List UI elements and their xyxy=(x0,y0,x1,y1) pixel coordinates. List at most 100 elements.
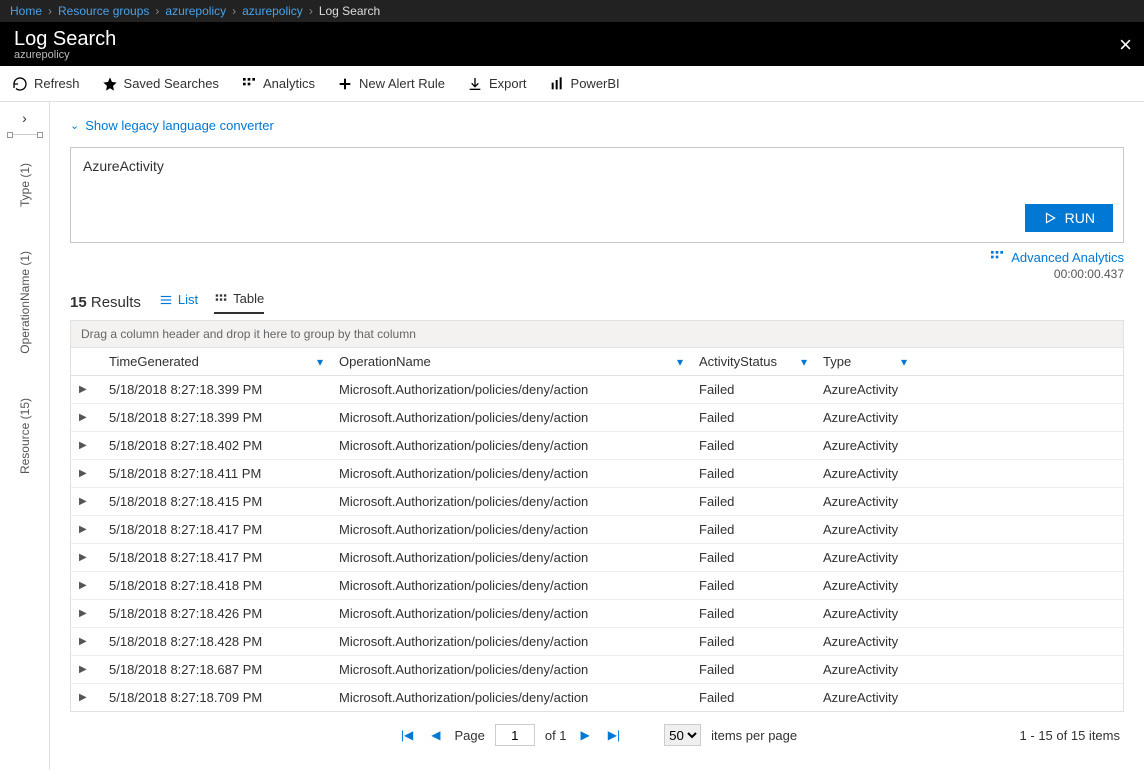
new-alert-label: New Alert Rule xyxy=(359,76,445,91)
expand-icon[interactable]: ▶ xyxy=(79,664,93,675)
cell-status: Failed xyxy=(691,516,815,543)
download-icon xyxy=(467,76,483,92)
view-table-button[interactable]: Table xyxy=(214,291,264,314)
legacy-converter-link[interactable]: ⌄ Show legacy language converter xyxy=(70,118,1124,133)
filter-icon[interactable]: ▾ xyxy=(317,355,323,369)
elapsed-time: 00:00:00.437 xyxy=(989,267,1124,281)
cell-status: Failed xyxy=(691,460,815,487)
cell-type: AzureActivity xyxy=(815,572,915,599)
cell-time: 5/18/2018 8:27:18.426 PM xyxy=(101,600,331,627)
expand-icon[interactable]: ▶ xyxy=(79,692,93,703)
bc-home[interactable]: Home xyxy=(10,4,42,18)
table-row: ▶5/18/2018 8:27:18.399 PMMicrosoft.Autho… xyxy=(71,403,1123,431)
analytics-icon xyxy=(241,76,257,92)
cell-status: Failed xyxy=(691,628,815,655)
cell-type: AzureActivity xyxy=(815,516,915,543)
plus-icon xyxy=(337,76,353,92)
refresh-label: Refresh xyxy=(34,76,80,91)
refresh-button[interactable]: Refresh xyxy=(12,76,80,92)
cell-time: 5/18/2018 8:27:18.417 PM xyxy=(101,516,331,543)
toolbar: Refresh Saved Searches Analytics New Ale… xyxy=(0,66,1144,102)
table-row: ▶5/18/2018 8:27:18.415 PMMicrosoft.Autho… xyxy=(71,487,1123,515)
cell-status: Failed xyxy=(691,656,815,683)
sidebar-tab-type[interactable]: Type (1) xyxy=(18,163,32,207)
pager: |◀ ◀ Page of 1 ▶ ▶| 50 items per page 1 … xyxy=(70,712,1124,752)
pager-last-icon[interactable]: ▶| xyxy=(604,728,624,742)
filter-icon[interactable]: ▾ xyxy=(677,355,683,369)
cell-time: 5/18/2018 8:27:18.399 PM xyxy=(101,376,331,403)
expand-icon[interactable]: ▶ xyxy=(79,608,93,619)
pager-prev-icon[interactable]: ◀ xyxy=(427,728,444,742)
query-text: AzureActivity xyxy=(83,158,1111,174)
bc-rg[interactable]: azurepolicy xyxy=(165,4,226,18)
table-icon xyxy=(214,292,228,306)
cell-operation: Microsoft.Authorization/policies/deny/ac… xyxy=(331,488,691,515)
play-icon xyxy=(1043,211,1057,225)
run-button[interactable]: RUN xyxy=(1025,204,1113,232)
bc-resource-groups[interactable]: Resource groups xyxy=(58,4,149,18)
table-row: ▶ 5/18/2018 8:27:18.411 PMMicrosoft.Autho… xyxy=(71,459,1123,487)
sidebar: › Type (1) OperationName (1) Resource (1… xyxy=(0,102,50,770)
col-type[interactable]: Type▾ xyxy=(815,348,915,375)
expand-icon[interactable]: ▶ xyxy=(79,496,93,507)
sidebar-expand-icon[interactable]: › xyxy=(22,110,27,126)
analytics-button[interactable]: Analytics xyxy=(241,76,315,92)
saved-label: Saved Searches xyxy=(124,76,219,91)
col-status[interactable]: ActivityStatus▾ xyxy=(691,348,815,375)
cell-status: Failed xyxy=(691,376,815,403)
filter-icon[interactable]: ▾ xyxy=(801,355,807,369)
star-icon xyxy=(102,76,118,92)
sidebar-tab-operation[interactable]: OperationName (1) xyxy=(18,251,32,354)
bc-resource[interactable]: azurepolicy xyxy=(242,4,303,18)
expand-icon[interactable]: ▶ xyxy=(79,580,93,591)
pager-summary: 1 - 15 of 15 items xyxy=(1020,728,1120,743)
export-label: Export xyxy=(489,76,527,91)
expand-icon[interactable]: ▶ xyxy=(79,524,93,535)
breadcrumb: Home› Resource groups› azurepolicy› azur… xyxy=(0,0,1144,22)
cell-operation: Microsoft.Authorization/policies/deny/ac… xyxy=(331,544,691,571)
saved-searches-button[interactable]: Saved Searches xyxy=(102,76,219,92)
pager-next-icon[interactable]: ▶ xyxy=(577,728,594,742)
filter-icon[interactable]: ▾ xyxy=(901,355,907,369)
query-editor[interactable]: AzureActivity RUN xyxy=(70,147,1124,243)
table-row: ▶5/18/2018 8:27:18.428 PMMicrosoft.Autho… xyxy=(71,627,1123,655)
cell-status: Failed xyxy=(691,432,815,459)
table-header: TimeGenerated▾ OperationName▾ ActivitySt… xyxy=(71,348,1123,376)
pager-size-label: items per page xyxy=(711,728,797,743)
cell-type: AzureActivity xyxy=(815,628,915,655)
close-icon[interactable]: × xyxy=(1119,32,1132,58)
group-drop-area[interactable]: Drag a column header and drop it here to… xyxy=(70,320,1124,348)
pager-page-input[interactable] xyxy=(495,724,535,746)
cell-time: 5/18/2018 8:27:18.687 PM xyxy=(101,656,331,683)
cell-operation: Microsoft.Authorization/policies/deny/ac… xyxy=(331,404,691,431)
expand-icon[interactable]: ▶ xyxy=(79,468,93,479)
expand-icon[interactable]: ▶ xyxy=(79,440,93,451)
col-time[interactable]: TimeGenerated▾ xyxy=(101,348,331,375)
cell-time: 5/18/2018 8:27:18.411 PM xyxy=(101,460,331,487)
powerbi-button[interactable]: PowerBI xyxy=(549,76,620,92)
grid-icon xyxy=(989,249,1005,265)
cell-time: 5/18/2018 8:27:18.417 PM xyxy=(101,544,331,571)
expand-icon[interactable]: ▶ xyxy=(79,636,93,647)
advanced-analytics-link[interactable]: Advanced Analytics xyxy=(989,249,1124,265)
cell-time: 5/18/2018 8:27:18.428 PM xyxy=(101,628,331,655)
table-row: ▶5/18/2018 8:27:18.426 PMMicrosoft.Autho… xyxy=(71,599,1123,627)
table-row: ▶ 5/18/2018 8:27:18.417 PMMicrosoft.Autho… xyxy=(71,543,1123,571)
pager-page-label: Page xyxy=(454,728,484,743)
view-list-button[interactable]: List xyxy=(159,291,198,314)
pager-size-select[interactable]: 50 xyxy=(664,724,701,746)
cell-time: 5/18/2018 8:27:18.709 PM xyxy=(101,684,331,711)
col-operation[interactable]: OperationName▾ xyxy=(331,348,691,375)
pager-first-icon[interactable]: |◀ xyxy=(397,728,417,742)
expand-icon[interactable]: ▶ xyxy=(79,384,93,395)
sidebar-tab-resource[interactable]: Resource (15) xyxy=(18,398,32,474)
table-label: Table xyxy=(233,291,264,306)
new-alert-button[interactable]: New Alert Rule xyxy=(337,76,445,92)
list-label: List xyxy=(178,292,198,307)
expand-icon[interactable]: ▶ xyxy=(79,412,93,423)
bc-current: Log Search xyxy=(319,4,380,18)
export-button[interactable]: Export xyxy=(467,76,527,92)
results-table: TimeGenerated▾ OperationName▾ ActivitySt… xyxy=(70,348,1124,712)
expand-icon[interactable]: ▶ xyxy=(79,552,93,563)
cell-operation: Microsoft.Authorization/policies/deny/ac… xyxy=(331,460,691,487)
